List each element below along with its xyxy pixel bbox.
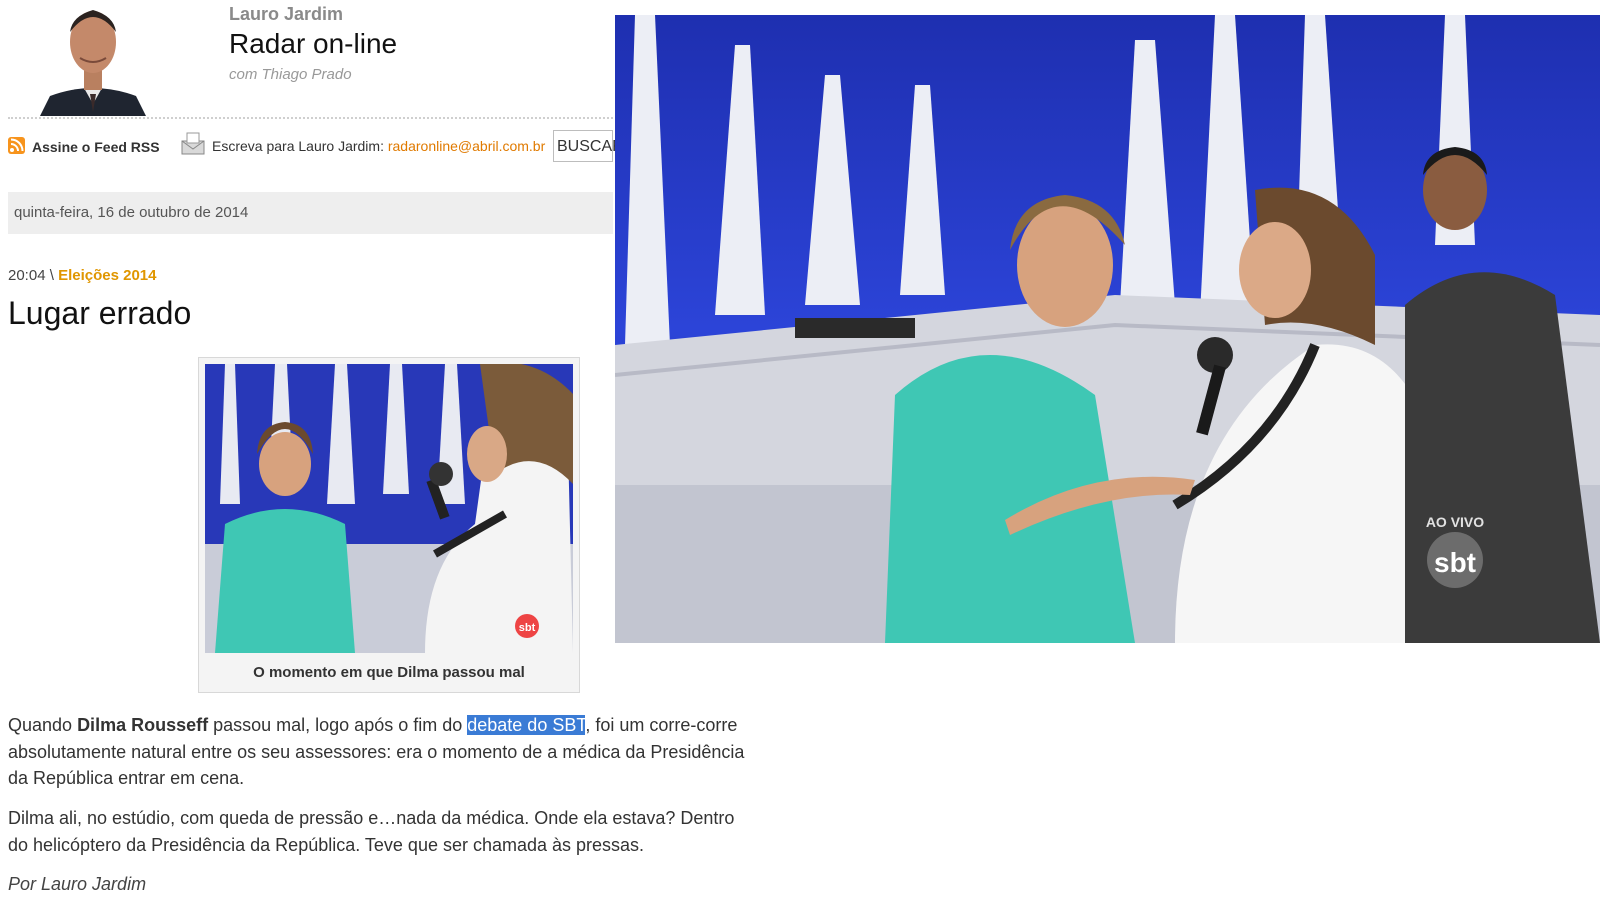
video-still[interactable]: AO VIVO sbt (615, 15, 1600, 643)
sbt-logo: sbt (1434, 547, 1476, 578)
post-photo[interactable]: sbt (205, 364, 573, 653)
post-paragraph-2: Dilma ali, no estúdio, com queda de pres… (8, 808, 735, 855)
mail-icon (179, 131, 207, 157)
author-name: Lauro Jardim (229, 4, 344, 24)
p1-text-b: passou mal, logo após o fim do (208, 715, 468, 735)
header-divider (8, 117, 613, 119)
blog-title[interactable]: Radar on-line (229, 28, 397, 60)
blog-subtitle: com Thiago Prado (229, 66, 352, 83)
post-time: 20:04 (8, 267, 46, 284)
post-meta: 20:04 \ Eleições 2014 (8, 267, 156, 284)
live-badge: AO VIVO (1426, 514, 1484, 530)
post-paragraph-1: Quando Dilma Rousseff passou mal, logo a… (8, 712, 748, 792)
search-button[interactable]: BUSCAR (553, 130, 624, 162)
figure-caption: O momento em que Dilma passou mal (253, 664, 525, 681)
rss-feed-link[interactable]: Assine o Feed RSS (32, 139, 160, 155)
write-to-author: Escreva para Lauro Jardim: radaronline@a… (212, 138, 545, 154)
post-figure: sbt O momento em que Dilma passou mal (198, 357, 580, 693)
date-bar: quinta-feira, 16 de outubro de 2014 (8, 192, 613, 234)
debate-link[interactable]: debate do SBT (467, 715, 586, 735)
email-link[interactable]: radaronline@abril.com.br (388, 138, 545, 154)
meta-separator: \ (45, 267, 59, 284)
p1-text-a: Quando (8, 715, 78, 735)
author-photo (40, 0, 146, 116)
post-byline: Por Lauro Jardim (8, 874, 147, 894)
post-title[interactable]: Lugar errado (8, 295, 191, 332)
post-category-link[interactable]: Eleições 2014 (58, 267, 156, 284)
rss-icon[interactable] (8, 137, 25, 154)
p1-bold-name: Dilma Rousseff (77, 715, 209, 735)
write-label: Escreva para Lauro Jardim: (212, 138, 388, 154)
figure-sbt-logo: sbt (519, 622, 536, 634)
